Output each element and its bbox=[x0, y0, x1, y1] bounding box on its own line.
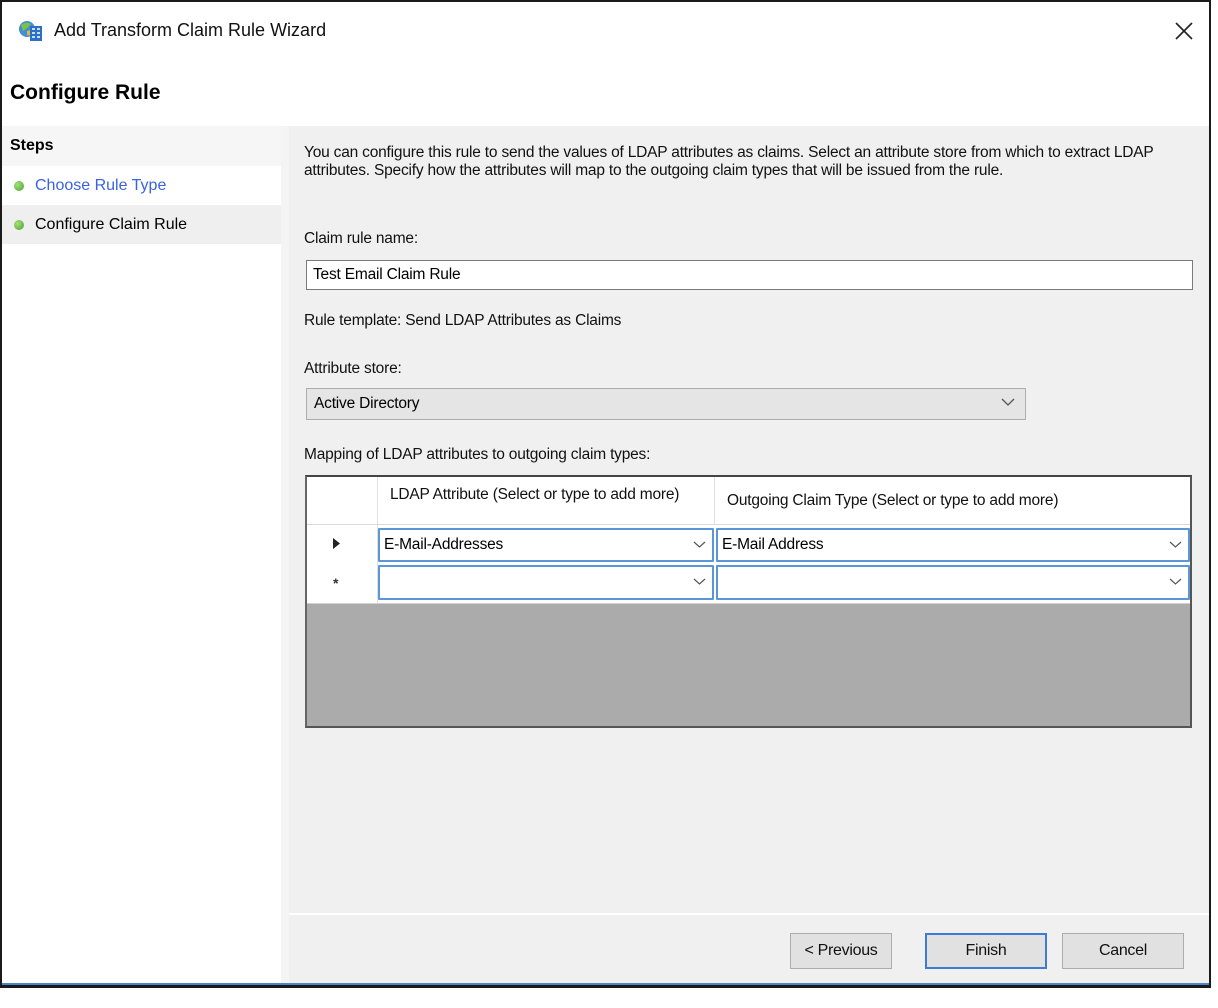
mapping-label: Mapping of LDAP attributes to outgoing c… bbox=[304, 446, 651, 463]
outgoing-claim-type-combo-new[interactable] bbox=[716, 565, 1190, 600]
step-label: Configure Claim Rule bbox=[35, 215, 188, 233]
chevron-down-icon bbox=[1001, 398, 1015, 406]
ldap-attribute-value: E-Mail-Addresses bbox=[384, 536, 504, 553]
table-row-new: * bbox=[307, 562, 1190, 604]
chevron-down-icon bbox=[1169, 578, 1182, 585]
table-row: E-Mail-Addresses E-Mail Address bbox=[307, 525, 1190, 562]
chevron-down-icon bbox=[1169, 541, 1182, 548]
wizard-body: Steps Choose Rule Type Configure Claim R… bbox=[2, 126, 1209, 983]
ldap-attribute-combo-new[interactable] bbox=[378, 565, 714, 600]
chevron-down-icon bbox=[693, 578, 706, 585]
close-icon bbox=[1175, 22, 1193, 40]
step-status-icon bbox=[14, 180, 24, 191]
step-status-icon bbox=[14, 219, 24, 230]
cancel-button[interactable]: Cancel bbox=[1062, 933, 1184, 969]
steps-heading: Steps bbox=[2, 126, 281, 166]
row-indicator[interactable]: * bbox=[307, 562, 378, 603]
intro-description: You can configure this rule to send the … bbox=[304, 144, 1154, 179]
step-configure-claim-rule[interactable]: Configure Claim Rule bbox=[2, 205, 281, 244]
rule-template-label: Rule template: Send LDAP Attributes as C… bbox=[304, 312, 622, 329]
wizard-window: Add Transform Claim Rule Wizard Configur… bbox=[0, 0, 1211, 988]
chevron-down-icon bbox=[693, 541, 706, 548]
row-header-corner bbox=[307, 477, 378, 524]
attribute-store-select[interactable]: Active Directory bbox=[306, 388, 1026, 420]
attribute-store-label: Attribute store: bbox=[304, 360, 402, 377]
page-title: Configure Rule bbox=[10, 81, 161, 104]
wizard-footer: < Previous Finish Cancel bbox=[289, 913, 1209, 983]
current-row-arrow-icon bbox=[333, 538, 340, 549]
previous-button[interactable]: < Previous bbox=[790, 933, 892, 969]
ldap-mapping-grid: LDAP Attribute (Select or type to add mo… bbox=[305, 475, 1192, 728]
outgoing-claim-type-value: E-Mail Address bbox=[722, 536, 824, 553]
main-panel: You can configure this rule to send the … bbox=[289, 126, 1209, 983]
claim-rule-name-label: Claim rule name: bbox=[304, 230, 418, 247]
outgoing-claim-type-combo[interactable]: E-Mail Address bbox=[716, 528, 1190, 562]
page-header: Configure Rule bbox=[2, 60, 1209, 124]
steps-sidebar: Steps Choose Rule Type Configure Claim R… bbox=[2, 126, 285, 983]
row-indicator[interactable] bbox=[307, 525, 378, 562]
column-header-outgoing-claim-type[interactable]: Outgoing Claim Type (Select or type to a… bbox=[715, 477, 1190, 524]
finish-button[interactable]: Finish bbox=[925, 933, 1047, 969]
close-button[interactable] bbox=[1159, 2, 1209, 60]
title-bar: Add Transform Claim Rule Wizard bbox=[2, 2, 1209, 60]
ldap-attribute-combo[interactable]: E-Mail-Addresses bbox=[378, 528, 714, 562]
new-row-asterisk-icon: * bbox=[333, 574, 339, 591]
claim-rule-name-input[interactable] bbox=[306, 260, 1193, 290]
attribute-store-value: Active Directory bbox=[314, 395, 420, 412]
column-header-ldap-attribute[interactable]: LDAP Attribute (Select or type to add mo… bbox=[378, 477, 715, 524]
grid-header-row: LDAP Attribute (Select or type to add mo… bbox=[307, 477, 1190, 525]
step-label: Choose Rule Type bbox=[35, 176, 167, 194]
step-choose-rule-type[interactable]: Choose Rule Type bbox=[2, 166, 281, 205]
window-title: Add Transform Claim Rule Wizard bbox=[54, 20, 327, 40]
claims-wizard-icon bbox=[19, 21, 42, 41]
